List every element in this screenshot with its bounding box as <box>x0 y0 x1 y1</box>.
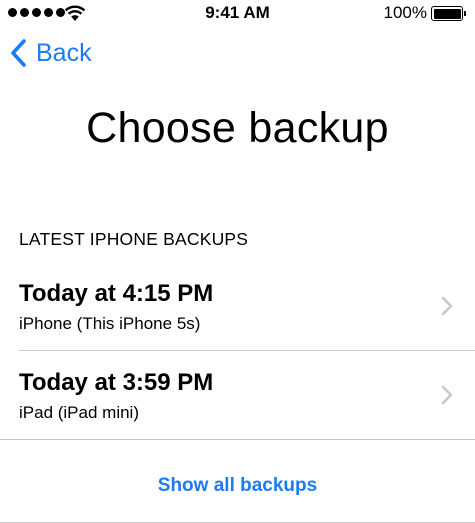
backup-device: iPad (iPad mini) <box>19 403 139 422</box>
back-button[interactable]: Back <box>8 36 92 70</box>
status-bar: 9:41 AM 100% <box>0 0 475 26</box>
battery-percentage: 100% <box>383 3 427 22</box>
section-header: LATEST IPHONE BACKUPS <box>19 229 249 249</box>
back-label: Back <box>36 38 92 67</box>
backup-time: Today at 4:15 PM <box>19 280 214 307</box>
screen: 9:41 AM 100% Back Choose backup LATEST I… <box>0 0 475 523</box>
battery-fill <box>433 8 461 19</box>
page-title: Choose backup <box>86 104 389 152</box>
backup-row[interactable]: Today at 4:15 PM iPhone (This iPhone 5s) <box>0 262 475 350</box>
backup-row[interactable]: Today at 3:59 PM iPad (iPad mini) <box>0 351 475 439</box>
chevron-right-icon <box>441 296 453 316</box>
backup-device: iPhone (This iPhone 5s) <box>19 314 201 333</box>
row-divider <box>0 439 475 440</box>
show-all-backups-button[interactable]: Show all backups <box>0 475 475 497</box>
backup-time: Today at 3:59 PM <box>19 369 214 396</box>
battery-icon <box>431 6 466 21</box>
chevron-left-icon <box>11 39 26 67</box>
chevron-right-icon <box>441 385 453 405</box>
